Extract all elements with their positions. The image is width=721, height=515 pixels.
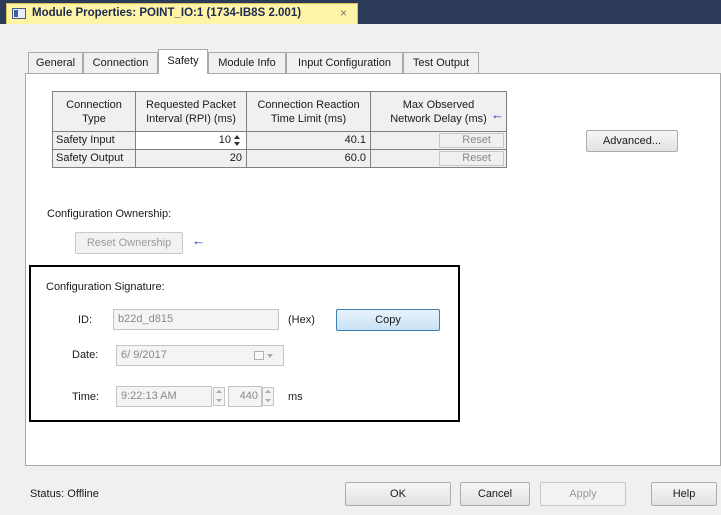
id-label: ID:: [78, 314, 93, 326]
ownership-label: Configuration Ownership:: [47, 208, 172, 220]
arrow-left-icon: ←: [491, 107, 504, 122]
reaction-time-cell: 60.0: [246, 149, 371, 168]
title-bar: Module Properties: POINT_IO:1 (1734-IB8S…: [0, 0, 721, 24]
signature-time-field[interactable]: 9:22:13 AM: [116, 386, 212, 407]
hex-label: (Hex): [288, 314, 315, 326]
cancel-button[interactable]: Cancel: [460, 482, 530, 506]
window-title: Module Properties: POINT_IO:1 (1734-IB8S…: [32, 7, 302, 19]
rpi-spinner-icon[interactable]: [233, 134, 242, 147]
row-type: Safety Input: [52, 131, 136, 150]
arrow-left-icon: ←: [192, 233, 205, 248]
calendar-icon[interactable]: [254, 351, 264, 360]
help-button[interactable]: Help: [651, 482, 717, 506]
rpi-cell[interactable]: 10: [135, 131, 247, 150]
tab-module-info[interactable]: Module Info: [208, 52, 286, 73]
tab-general[interactable]: General: [28, 52, 83, 73]
signature-id-field[interactable]: b22d_d815: [113, 309, 279, 330]
row-type: Safety Output: [52, 149, 136, 168]
signature-ms-field[interactable]: 440: [228, 386, 262, 407]
header-reaction-time: Connection Reaction Time Limit (ms): [246, 91, 371, 132]
module-properties-icon: [12, 8, 26, 19]
header-connection-type: Connection Type: [52, 91, 136, 132]
rpi-value: 20: [135, 149, 247, 168]
copy-button[interactable]: Copy: [336, 309, 440, 331]
advanced-button[interactable]: Advanced...: [586, 130, 678, 152]
status-text: Status: Offline: [30, 488, 99, 500]
reaction-time-cell: 40.1: [246, 131, 371, 150]
tab-test-output[interactable]: Test Output: [403, 52, 479, 73]
header-rpi: Requested Packet Interval (RPI) (ms): [135, 91, 247, 132]
ms-label: ms: [288, 391, 303, 403]
reset-ownership-button[interactable]: Reset Ownership: [75, 232, 183, 254]
ms-spinner-icon[interactable]: [262, 387, 274, 406]
reset-delay-button[interactable]: Reset: [439, 133, 504, 148]
signature-date-field[interactable]: 6/ 9/2017: [116, 345, 284, 366]
ok-button[interactable]: OK: [345, 482, 451, 506]
time-label: Time:: [72, 391, 100, 403]
time-spinner-icon[interactable]: [213, 387, 225, 406]
reset-cell: Reset: [370, 149, 507, 168]
header-network-delay-label: Max Observed Network Delay (ms): [390, 98, 487, 125]
table-header-row: Connection Type Requested Packet Interva…: [52, 91, 507, 132]
table-row[interactable]: Safety Input 10 40.1 Reset: [52, 131, 507, 150]
reset-cell: Reset: [370, 131, 507, 150]
signature-label: Configuration Signature:: [46, 281, 165, 293]
date-value: 6/ 9/2017: [121, 349, 167, 361]
apply-button[interactable]: Apply: [540, 482, 626, 506]
rpi-value[interactable]: 10: [219, 134, 231, 146]
chevron-down-icon[interactable]: [267, 354, 273, 358]
tab-connection[interactable]: Connection: [83, 52, 158, 73]
tab-safety[interactable]: Safety: [158, 49, 208, 74]
reset-delay-button[interactable]: Reset: [439, 151, 504, 166]
date-label: Date:: [72, 349, 99, 361]
document-tab[interactable]: Module Properties: POINT_IO:1 (1734-IB8S…: [6, 3, 358, 24]
table-row[interactable]: Safety Output 20 60.0 Reset: [52, 149, 507, 168]
close-icon[interactable]: ×: [340, 6, 347, 20]
connection-table: Connection Type Requested Packet Interva…: [52, 91, 507, 168]
header-network-delay: Max Observed Network Delay (ms): [370, 91, 507, 132]
tab-input-configuration[interactable]: Input Configuration: [286, 52, 403, 73]
